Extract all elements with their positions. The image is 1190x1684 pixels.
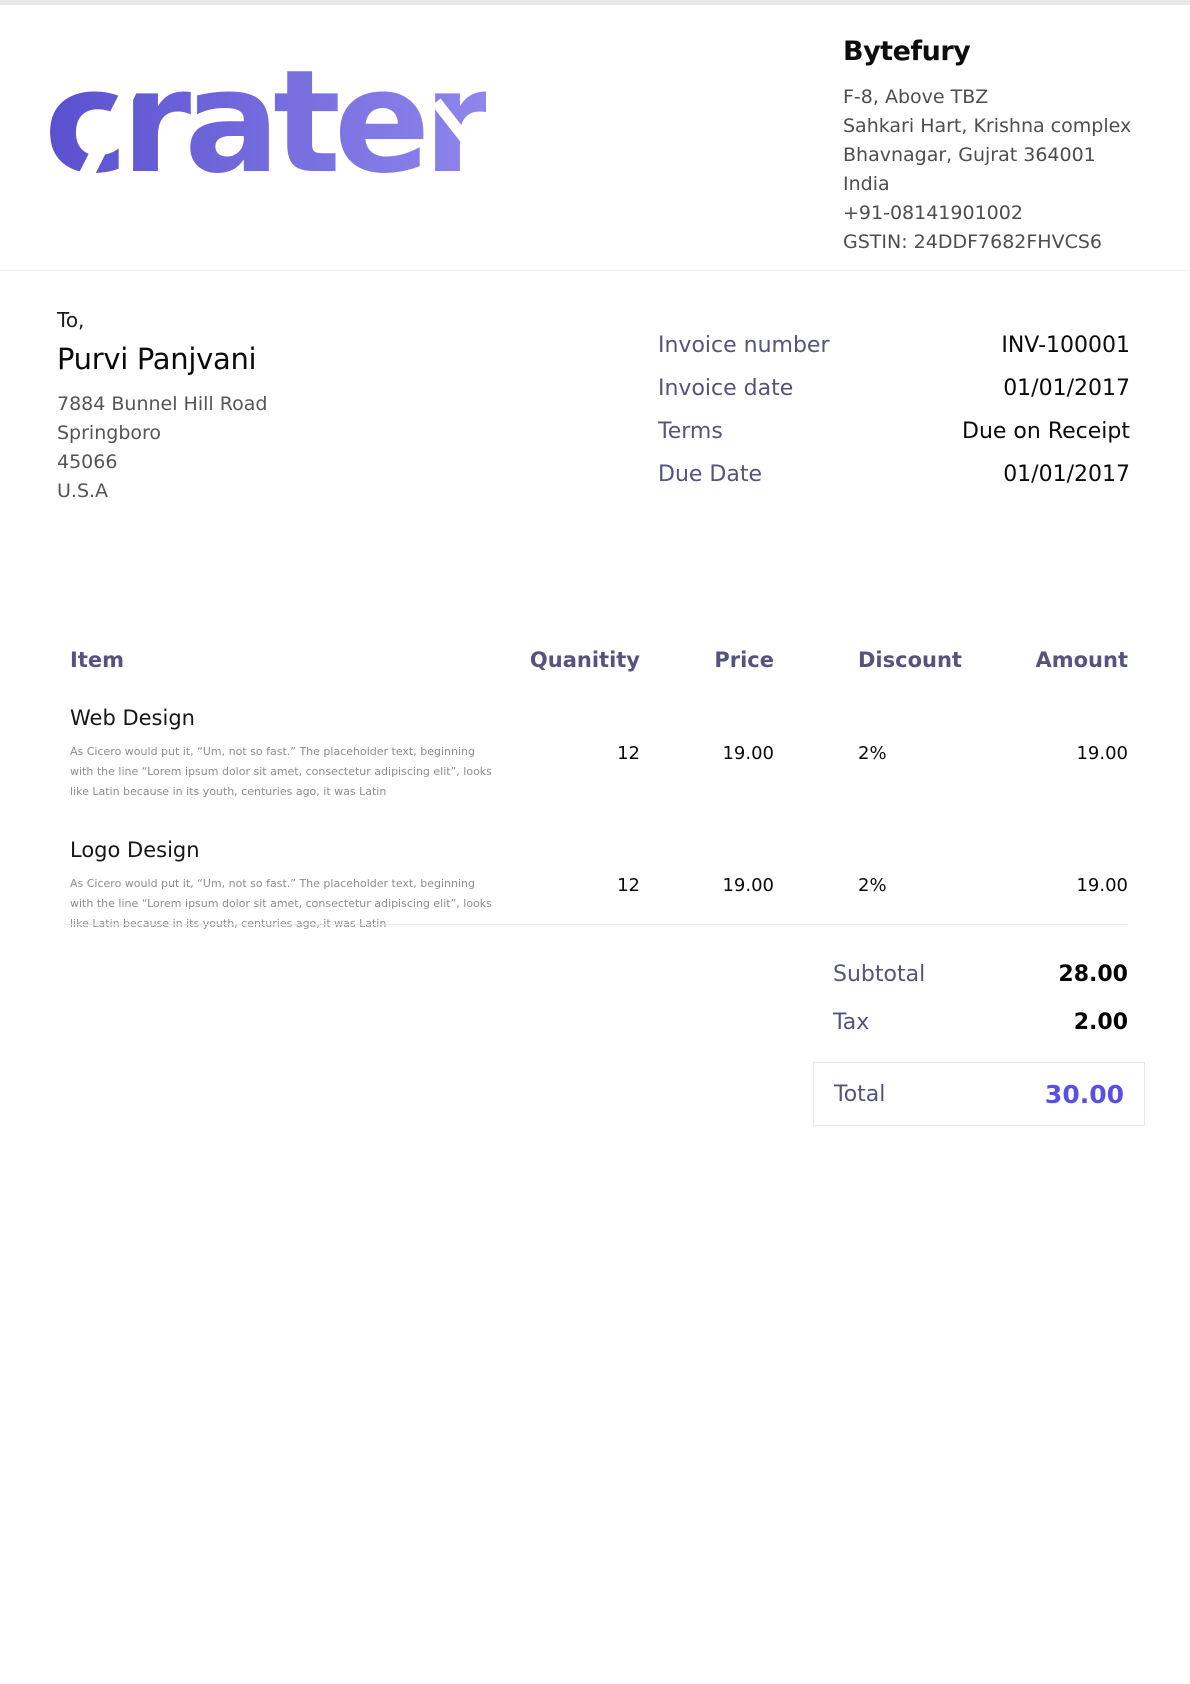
subtotal-value: 28.00 [1058, 962, 1128, 987]
table-row: Web Design As Cicero would put it, “Um, … [0, 706, 1190, 826]
meta-row-invoice-number: Invoice number INV-100001 [658, 333, 1130, 358]
company-address-line: India [843, 170, 1131, 199]
invoice-date-value: 01/01/2017 [1003, 376, 1130, 401]
totals-divider [65, 924, 1128, 925]
recipient-address-line: 45066 [57, 448, 267, 477]
recipient-intro: To, [57, 308, 267, 332]
item-price: 19.00 [650, 743, 774, 764]
invoice-date-label: Invoice date [658, 376, 793, 401]
company-gstin: GSTIN: 24DDF7682FHVCS6 [843, 228, 1131, 257]
header-quantity: Quanitity [460, 648, 640, 672]
recipient-block: To, Purvi Panjvani 7884 Bunnel Hill Road… [57, 308, 267, 506]
company-phone: +91-08141901002 [843, 199, 1131, 228]
subtotal-row: Subtotal 28.00 [833, 962, 1128, 987]
item-name: Web Design [70, 706, 195, 730]
item-quantity: 12 [460, 875, 640, 896]
recipient-address-line: U.S.A [57, 477, 267, 506]
company-address-line: Sahkari Hart, Krishna complex [843, 112, 1131, 141]
invoice-meta: Invoice number INV-100001 Invoice date 0… [658, 333, 1130, 505]
items-table-header: Item Quanitity Price Discount Amount [0, 648, 1190, 678]
header-price: Price [650, 648, 774, 672]
recipient-name: Purvi Panjvani [57, 342, 267, 376]
company-address-line: F-8, Above TBZ [843, 83, 1131, 112]
top-strip [0, 0, 1190, 5]
terms-value: Due on Receipt [962, 419, 1130, 444]
tax-label: Tax [833, 1010, 869, 1035]
due-date-value: 01/01/2017 [1003, 462, 1130, 487]
terms-label: Terms [658, 419, 723, 444]
total-value: 30.00 [1045, 1080, 1124, 1109]
invoice-page: crater Bytefury F-8, Above TBZ Sahkari H… [0, 0, 1190, 1684]
meta-row-terms: Terms Due on Receipt [658, 419, 1130, 444]
item-amount: 19.00 [928, 875, 1128, 896]
total-label: Total [834, 1082, 885, 1107]
item-description-line: with the line “Lorem ipsum dolor sit ame… [70, 762, 532, 782]
item-amount: 19.00 [928, 743, 1128, 764]
recipient-address-line: Springboro [57, 419, 267, 448]
item-quantity: 12 [460, 743, 640, 764]
due-date-label: Due Date [658, 462, 762, 487]
item-price: 19.00 [650, 875, 774, 896]
invoice-number-value: INV-100001 [1001, 333, 1130, 358]
header-amount: Amount [928, 648, 1128, 672]
tax-row: Tax 2.00 [833, 1010, 1128, 1035]
meta-row-invoice-date: Invoice date 01/01/2017 [658, 376, 1130, 401]
tax-value: 2.00 [1074, 1010, 1128, 1035]
total-box: Total 30.00 [813, 1062, 1145, 1126]
header-divider [0, 270, 1190, 271]
item-description-line: with the line “Lorem ipsum dolor sit ame… [70, 894, 532, 914]
company-address-line: Bhavnagar, Gujrat 364001 [843, 141, 1131, 170]
recipient-address-line: 7884 Bunnel Hill Road [57, 390, 267, 419]
subtotal-label: Subtotal [833, 962, 925, 987]
meta-row-due-date: Due Date 01/01/2017 [658, 462, 1130, 487]
header-item: Item [70, 648, 124, 672]
item-name: Logo Design [70, 838, 200, 862]
company-info: Bytefury F-8, Above TBZ Sahkari Hart, Kr… [843, 36, 1131, 257]
company-name: Bytefury [843, 36, 1131, 67]
table-row: Logo Design As Cicero would put it, “Um,… [0, 838, 1190, 958]
invoice-number-label: Invoice number [658, 333, 830, 358]
item-description-line: like Latin because in its youth, centuri… [70, 782, 532, 802]
